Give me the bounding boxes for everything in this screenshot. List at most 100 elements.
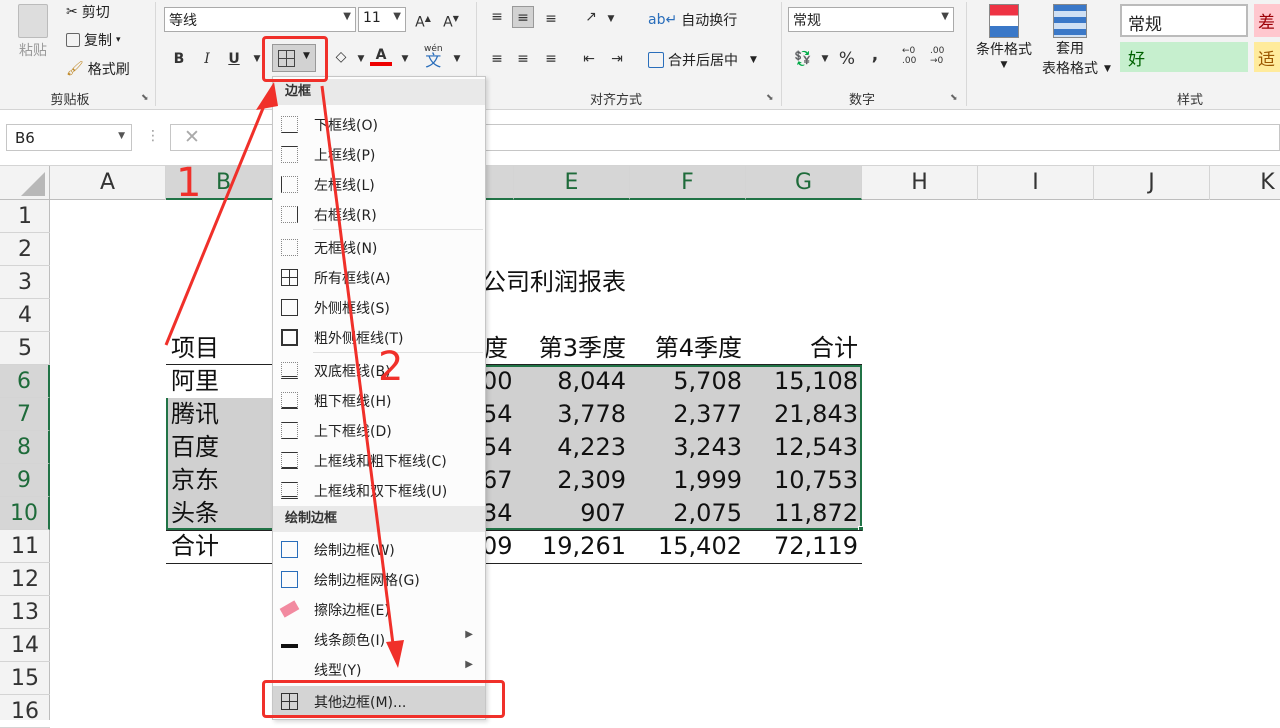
menu-item-top-double-bottom-border[interactable]: 上框线和双下框线(U) — [273, 475, 485, 505]
menu-item-top-border[interactable]: 上框线(P) — [273, 139, 485, 169]
row-header-3[interactable]: 3 — [0, 266, 50, 299]
format-painter-button[interactable]: 🖌 格式刷 — [66, 59, 130, 79]
row-header-9[interactable]: 9 — [0, 464, 50, 497]
table-row-total: 21,843 — [774, 400, 858, 428]
chevron-down-icon[interactable]: ▼ — [1104, 64, 1111, 74]
wrap-text-button[interactable]: ab↵ 自动换行 — [648, 10, 737, 30]
row-header-2[interactable]: 2 — [0, 233, 50, 266]
copy-button[interactable]: 复制 ▾ — [66, 30, 121, 50]
table-row-name: 百度 — [171, 433, 219, 461]
style-good[interactable]: 好 — [1120, 42, 1248, 72]
menu-item-all-borders[interactable]: 所有框线(A) — [273, 262, 485, 292]
menu-item-top-thick-bottom-border[interactable]: 上框线和粗下框线(C) — [273, 445, 485, 475]
format-as-table-button[interactable]: 套用 表格格式 — [1042, 4, 1098, 78]
name-box[interactable]: B6 ▼ — [6, 124, 132, 151]
col-header-a[interactable]: A — [50, 166, 166, 200]
cut-button[interactable]: ✂ 剪切 — [66, 2, 110, 22]
menu-item-draw-border-grid[interactable]: 绘制边框网格(G) — [273, 564, 485, 594]
increase-indent-icon[interactable]: ⇥ — [606, 48, 628, 70]
row-header-4[interactable]: 4 — [0, 299, 50, 332]
align-left-icon[interactable]: ≡ — [486, 48, 508, 70]
comma-button[interactable]: , — [864, 44, 886, 66]
orientation-icon[interactable]: ↗ — [580, 6, 602, 28]
menu-item-left-border[interactable]: 左框线(L) — [273, 169, 485, 199]
col-header-f[interactable]: F — [630, 166, 746, 200]
col-header-h[interactable]: H — [862, 166, 978, 200]
no-border-icon — [281, 239, 298, 256]
font-size-select[interactable]: 11 ▼ — [358, 7, 406, 32]
fill-color-icon[interactable]: ◇ — [330, 46, 352, 68]
row-header-13[interactable]: 13 — [0, 596, 50, 629]
col-header-e[interactable]: E — [514, 166, 630, 200]
table-row-q4: 2,377 — [673, 400, 742, 428]
row-header-16[interactable]: 16 — [0, 695, 50, 728]
annotation-step-2: 2 — [378, 344, 404, 390]
underline-button[interactable]: U — [223, 48, 245, 70]
row-header-14[interactable]: 14 — [0, 629, 50, 662]
number-format-select[interactable]: 常规 ▼ — [788, 7, 954, 32]
chevron-down-icon[interactable]: ▼ — [446, 48, 468, 70]
decrease-decimal-button[interactable]: .00 →0 — [930, 46, 954, 66]
increase-decimal-button[interactable]: ←0 .00 — [902, 46, 926, 66]
table-row-total: 12,543 — [774, 433, 858, 461]
cancel-icon[interactable]: ✕ — [184, 126, 200, 148]
number-launcher-icon[interactable]: ⬊ — [950, 93, 958, 103]
chevron-down-icon[interactable]: ▼ — [600, 8, 622, 30]
align-top-icon[interactable]: ≡ — [486, 6, 508, 28]
row-header-15[interactable]: 15 — [0, 662, 50, 695]
col-header-g[interactable]: G — [746, 166, 862, 200]
formula-bar-splitter-icon[interactable]: ⋮ — [146, 128, 160, 144]
menu-item-erase-border[interactable]: 擦除边框(E) — [273, 594, 485, 624]
align-middle-icon[interactable]: ≡ — [512, 6, 534, 28]
clipboard-launcher-icon[interactable]: ⬊ — [141, 93, 149, 103]
col-header-i[interactable]: I — [978, 166, 1094, 200]
font-color-button[interactable]: A — [370, 44, 392, 66]
row-header-7[interactable]: 7 — [0, 398, 50, 431]
col-header-k[interactable]: K — [1210, 166, 1280, 200]
chevron-down-icon[interactable]: ▼ — [394, 48, 416, 70]
align-bottom-icon[interactable]: ≡ — [540, 8, 562, 30]
row-header-10[interactable]: 10 — [0, 497, 50, 530]
row-header-5[interactable]: 5 — [0, 332, 50, 365]
menu-item-no-border[interactable]: 无框线(N) — [273, 232, 485, 262]
menu-item-top-bottom-border[interactable]: 上下框线(D) — [273, 415, 485, 445]
style-neutral[interactable]: 适 — [1254, 42, 1280, 72]
merge-center-button[interactable]: 合并后居中 ▼ — [648, 50, 757, 70]
font-name-select[interactable]: 等线 ▼ — [164, 7, 356, 32]
decrease-font-icon[interactable]: A▼ — [440, 8, 462, 31]
style-normal[interactable]: 常规 — [1120, 4, 1248, 37]
chevron-down-icon: ▼ — [118, 131, 125, 141]
row-header-6[interactable]: 6 — [0, 365, 50, 398]
style-bad[interactable]: 差 — [1254, 4, 1280, 37]
fill-handle[interactable] — [858, 526, 864, 532]
menu-item-line-color[interactable]: 线条颜色(I) ▶ — [273, 624, 485, 654]
currency-icon[interactable]: 💱 — [792, 48, 814, 70]
bold-button[interactable]: B — [168, 48, 190, 70]
row-header-11[interactable]: 11 — [0, 530, 50, 563]
select-all-button[interactable] — [0, 166, 50, 200]
formula-bar: B6 ▼ ⋮ ✕ — [0, 110, 1280, 166]
menu-item-bottom-border[interactable]: 下框线(O) — [273, 109, 485, 139]
row-header-1[interactable]: 1 — [0, 200, 50, 233]
conditional-format-button[interactable]: 条件格式 ▼ — [976, 4, 1032, 70]
table-row-total: 11,872 — [774, 499, 858, 527]
chevron-down-icon[interactable]: ▼ — [814, 48, 836, 70]
menu-item-right-border[interactable]: 右框线(R) — [273, 199, 485, 229]
menu-item-outside-borders[interactable]: 外侧框线(S) — [273, 292, 485, 322]
wrap-icon: ab↵ — [648, 12, 678, 28]
decrease-indent-icon[interactable]: ⇤ — [578, 48, 600, 70]
top-border-icon — [281, 146, 298, 163]
col-header-j[interactable]: J — [1094, 166, 1210, 200]
increase-font-icon[interactable]: A▲ — [412, 8, 434, 31]
paste-button[interactable]: 粘贴 — [18, 4, 48, 60]
percent-button[interactable]: % — [836, 48, 858, 70]
italic-button[interactable]: I — [196, 48, 218, 70]
align-center-icon[interactable]: ≡ — [512, 48, 534, 70]
menu-item-draw-border[interactable]: 绘制边框(W) — [273, 534, 485, 564]
align-right-icon[interactable]: ≡ — [540, 48, 562, 70]
phonetic-button[interactable]: wén 文 — [424, 44, 443, 69]
alignment-launcher-icon[interactable]: ⬊ — [766, 93, 774, 103]
row-header-8[interactable]: 8 — [0, 431, 50, 464]
row-header-12[interactable]: 12 — [0, 563, 50, 596]
chevron-down-icon[interactable]: ▼ — [350, 48, 372, 70]
